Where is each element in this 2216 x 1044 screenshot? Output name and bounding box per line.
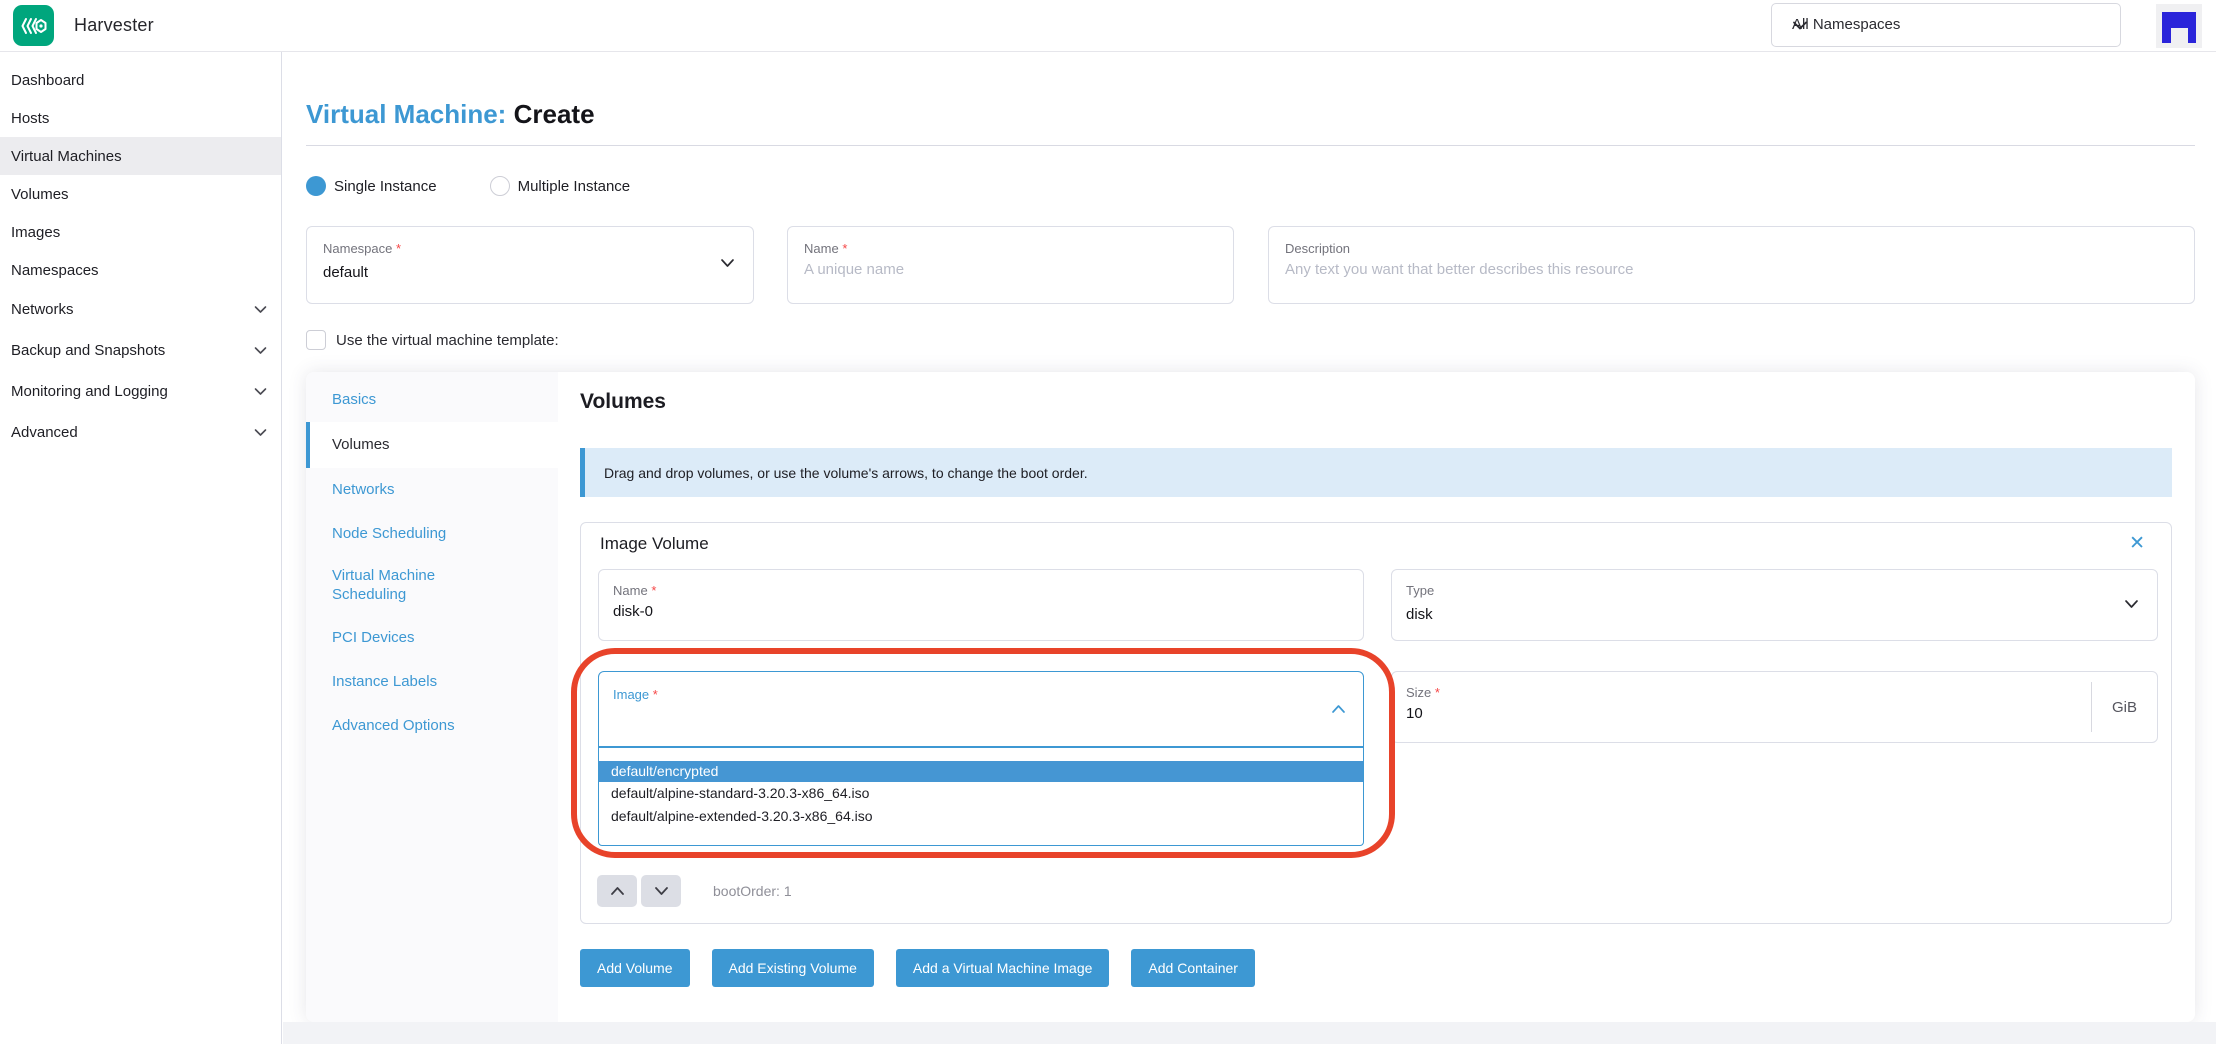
volume-name-label: Name [613,583,648,598]
tab-basics[interactable]: Basics [306,378,558,422]
multiple-instance-label: Multiple Instance [518,178,631,195]
tab-advanced-options[interactable]: Advanced Options [306,704,558,748]
chevron-down-icon [720,258,735,268]
add-volume-button[interactable]: Add Volume [580,949,690,987]
app-name: Harvester [74,15,154,36]
tab-volumes[interactable]: Volumes [306,422,558,468]
tab-virtual-machine-scheduling[interactable]: Virtual Machine Scheduling [306,556,558,616]
volume-type-label: Type [1406,583,1434,598]
image-option-alpine-extended[interactable]: default/alpine-extended-3.20.3-x86_64.is… [599,805,1363,828]
chevron-down-icon [2124,599,2139,609]
sidebar-item-volumes[interactable]: Volumes [0,175,281,213]
chevron-down-icon [1792,20,2102,31]
sidebar-item-hosts[interactable]: Hosts [0,99,281,137]
volume-size-label: Size [1406,685,1431,700]
namespace-label: Namespace [323,241,392,256]
sidebar-nav: Dashboard Hosts Virtual Machines Volumes… [0,52,282,1044]
image-volume-card-title: Image Volume [600,534,709,554]
volume-name-input[interactable] [613,603,733,620]
move-volume-up-button[interactable] [597,875,637,907]
top-header: Harvester All Namespaces [0,0,2216,52]
boot-order-info-banner: Drag and drop volumes, or use the volume… [580,448,2172,497]
single-instance-label: Single Instance [334,178,437,195]
image-dropdown-menu: default/encrypted default/alpine-standar… [598,747,1364,846]
chevron-up-icon [1331,704,1346,714]
image-option-encrypted[interactable]: default/encrypted [599,761,1363,782]
add-existing-volume-button[interactable]: Add Existing Volume [712,949,874,987]
tab-node-scheduling[interactable]: Node Scheduling [306,512,558,556]
description-field: Description [1268,226,2195,304]
multiple-instance-radio[interactable] [490,176,510,196]
volume-image-label: Image [613,687,649,702]
chevron-down-icon [254,387,267,396]
description-input[interactable] [1285,261,2178,278]
vm-template-checkbox[interactable] [306,330,326,350]
chevron-down-icon [254,428,267,437]
namespace-filter-select[interactable]: All Namespaces [1771,3,2121,47]
namespace-value: default [323,264,368,281]
namespace-select[interactable]: Namespace * default [306,226,754,304]
volumes-section-heading: Volumes [580,390,666,414]
image-volume-card: Image Volume ✕ Name * Type disk Image * … [580,522,2172,924]
single-instance-radio[interactable] [306,176,326,196]
volume-name-field: Name * [598,569,1364,641]
add-container-button[interactable]: Add Container [1131,949,1255,987]
tab-networks[interactable]: Networks [306,468,558,512]
sidebar-item-images[interactable]: Images [0,213,281,251]
close-icon[interactable]: ✕ [2129,532,2145,555]
image-option-alpine-standard[interactable]: default/alpine-standard-3.20.3-x86_64.is… [599,782,1363,805]
required-asterisk: * [1435,685,1440,700]
required-asterisk: * [653,687,658,702]
tab-pci-devices[interactable]: PCI Devices [306,616,558,660]
chevron-down-icon [254,305,267,314]
description-label: Description [1285,241,1350,256]
tab-column: Basics Volumes Networks Node Scheduling … [306,372,558,1022]
page-background-strip [283,1022,2216,1044]
page-title-resource: Virtual Machine: [306,99,506,129]
move-volume-down-button[interactable] [641,875,681,907]
volume-size-input[interactable] [1406,705,1526,722]
vm-name-field: Name * [787,226,1234,304]
sidebar-item-dashboard[interactable]: Dashboard [0,61,281,99]
required-asterisk: * [651,583,656,598]
sidebar-item-monitoring-and-logging[interactable]: Monitoring and Logging [0,371,281,412]
sidebar-item-advanced[interactable]: Advanced [0,412,281,453]
volume-image-select[interactable]: Image * [598,671,1364,747]
sidebar-item-namespaces[interactable]: Namespaces [0,251,281,289]
user-avatar[interactable] [2156,4,2202,48]
add-virtual-machine-image-button[interactable]: Add a Virtual Machine Image [896,949,1110,987]
create-vm-panel: Basics Volumes Networks Node Scheduling … [306,372,2195,1022]
tab-instance-labels[interactable]: Instance Labels [306,660,558,704]
vm-template-checkbox-row: Use the virtual machine template: [306,330,559,350]
size-unit-suffix: GiB [2091,682,2157,732]
sidebar-item-virtual-machines[interactable]: Virtual Machines [0,137,281,175]
harvester-logo-icon[interactable] [13,5,54,46]
vm-name-input[interactable] [804,261,1217,278]
title-divider [306,145,2195,146]
volume-size-field: Size * GiB [1391,671,2158,743]
page-title-action: Create [514,99,595,129]
volume-type-value: disk [1406,606,1433,623]
vm-template-checkbox-label: Use the virtual machine template: [336,332,559,349]
volume-action-buttons: Add Volume Add Existing Volume Add a Vir… [580,949,1255,987]
page-title: Virtual Machine: Create [306,99,595,130]
sidebar-item-networks[interactable]: Networks [0,289,281,330]
vm-name-label: Name [804,241,839,256]
boot-order-text: bootOrder: 1 [713,883,792,899]
chevron-down-icon [254,346,267,355]
boot-order-controls: bootOrder: 1 [597,875,792,907]
instance-type-radio-group: Single Instance Multiple Instance [306,175,630,197]
sidebar-item-backup-and-snapshots[interactable]: Backup and Snapshots [0,330,281,371]
boot-order-info-text: Drag and drop volumes, or use the volume… [604,465,1088,481]
volume-type-select[interactable]: Type disk [1391,569,2158,641]
required-asterisk: * [396,241,401,256]
harvester-app: Harvester All Namespaces Dashboard Hosts… [0,0,2216,1044]
required-asterisk: * [842,241,847,256]
